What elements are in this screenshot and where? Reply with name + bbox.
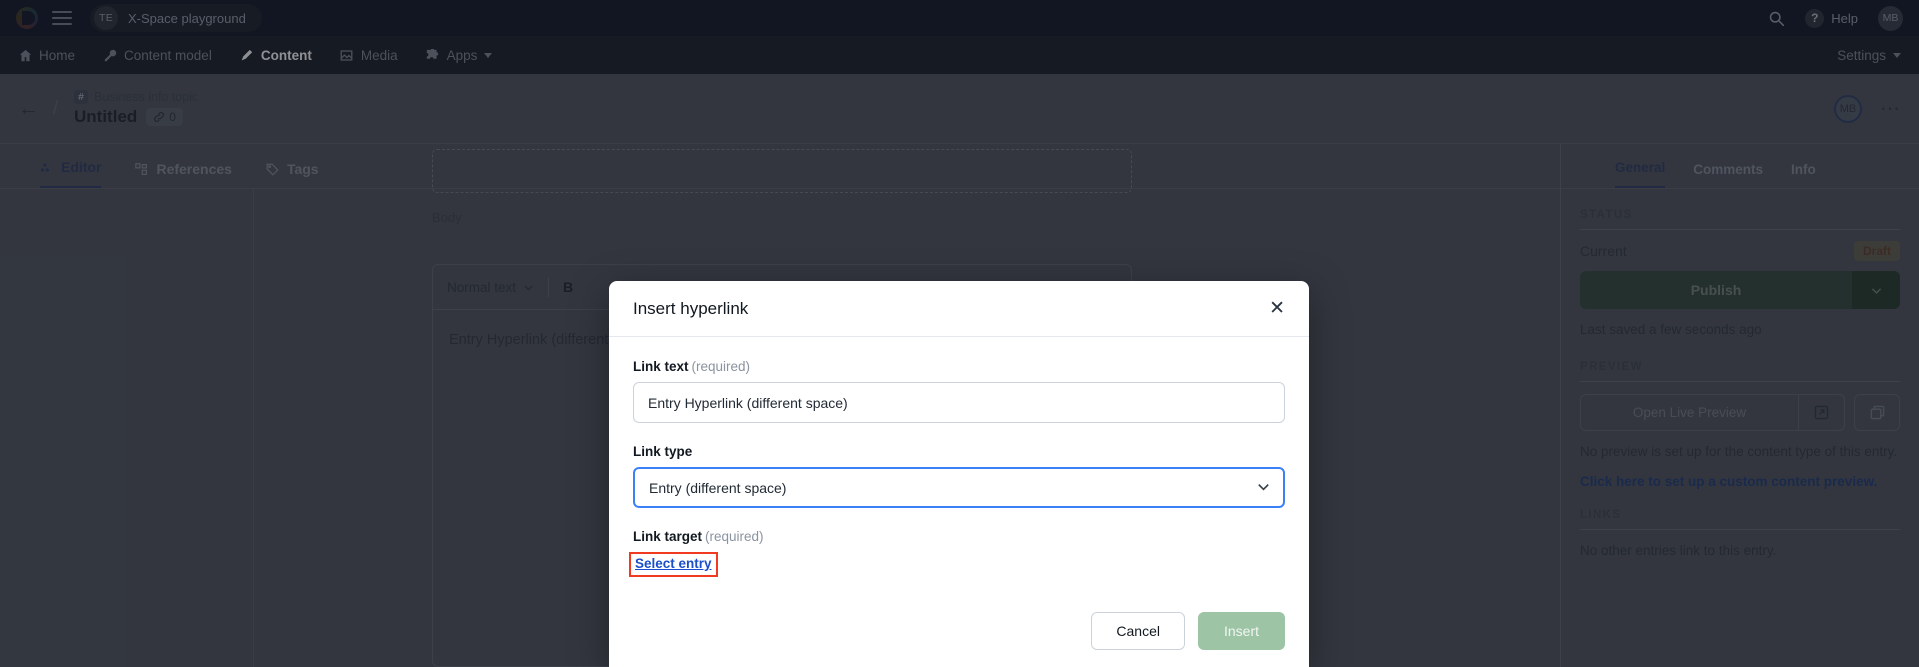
insert-hyperlink-dialog: Insert hyperlink ✕ Link text(required) L… bbox=[609, 281, 1309, 667]
link-target-label-text: Link target bbox=[633, 529, 703, 544]
link-type-label: Link type bbox=[633, 444, 1285, 459]
cancel-button[interactable]: Cancel bbox=[1091, 612, 1185, 650]
link-text-required-note: (required) bbox=[691, 359, 751, 374]
link-target-required-note: (required) bbox=[705, 529, 764, 544]
dialog-header: Insert hyperlink ✕ bbox=[609, 281, 1309, 337]
link-type-select-wrap: Entry (different space) bbox=[633, 467, 1285, 508]
insert-button[interactable]: Insert bbox=[1197, 612, 1285, 650]
link-text-label: Link text (required) bbox=[633, 359, 1285, 374]
dialog-footer: Cancel Insert bbox=[609, 595, 1309, 667]
close-icon[interactable]: ✕ bbox=[1269, 299, 1285, 318]
app-root: TE X-Space playground ? Help MB Home Con… bbox=[0, 0, 1919, 667]
link-target-label: Link target (required) bbox=[633, 529, 1285, 544]
link-text-input[interactable] bbox=[633, 382, 1285, 423]
dialog-body: Link text(required) Link type Entry (dif… bbox=[609, 337, 1309, 577]
select-entry-link[interactable]: Select entry bbox=[635, 556, 712, 571]
select-entry-highlight: Select entry bbox=[629, 552, 718, 577]
dialog-title: Insert hyperlink bbox=[633, 298, 749, 318]
link-type-label-text: Link type bbox=[633, 444, 693, 459]
link-type-select[interactable]: Entry (different space) bbox=[633, 467, 1285, 508]
link-text-label-text: Link text bbox=[633, 359, 689, 374]
